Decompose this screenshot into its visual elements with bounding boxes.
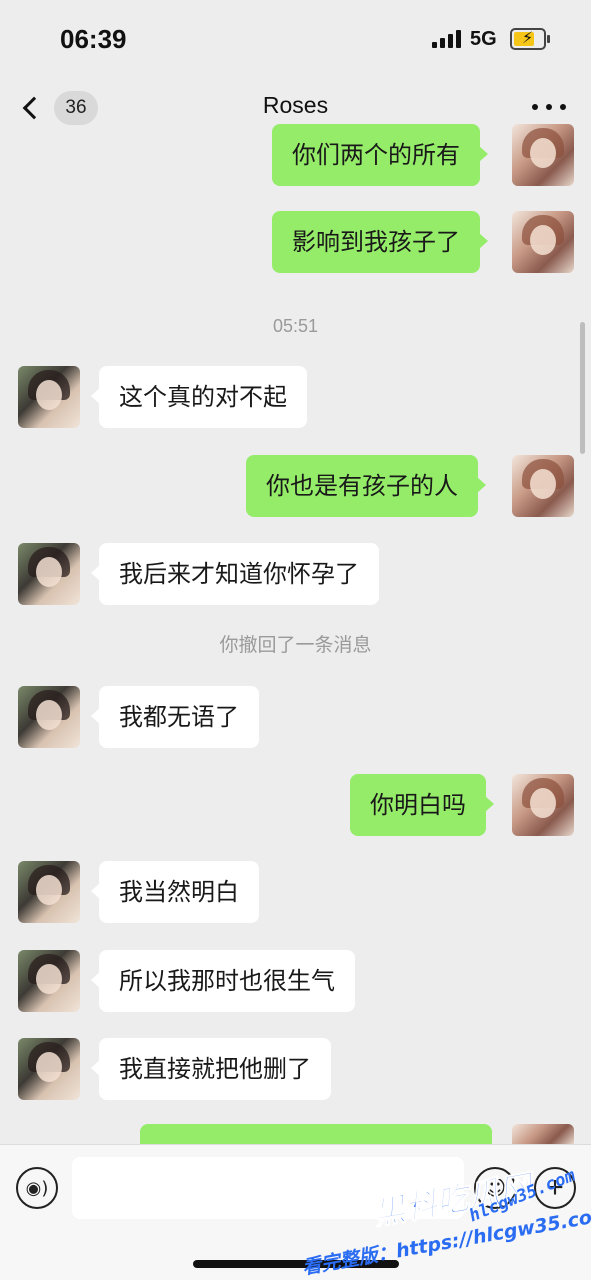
chat-title: Roses	[262, 92, 329, 118]
avatar-contact[interactable]	[18, 686, 80, 748]
avatar-self[interactable]	[512, 211, 574, 273]
message-bubble-received[interactable]: 我后来才知道你怀孕了	[91, 543, 379, 605]
message-bubble-sent[interactable]: 你明白吗	[350, 774, 494, 836]
message-bubble-sent[interactable]: 你也是有孩子的人	[246, 455, 486, 517]
status-time: 06:39	[60, 24, 127, 54]
message-bubble-received[interactable]: 我都无语了	[91, 686, 259, 748]
signal-icon	[432, 30, 462, 48]
avatar-contact[interactable]	[18, 1038, 80, 1100]
battery-charging-icon: ⚡	[510, 28, 550, 50]
message-bubble-received[interactable]: 所以我那时也很生气	[91, 950, 355, 1012]
avatar-self[interactable]	[512, 124, 574, 186]
message-bubble-received[interactable]: 我直接就把他删了	[91, 1038, 331, 1100]
avatar-contact[interactable]	[18, 543, 80, 605]
avatar-contact[interactable]	[18, 861, 80, 923]
avatar-self[interactable]	[512, 1124, 574, 1144]
message-timestamp: 05:51	[272, 316, 319, 336]
message-bubble-received[interactable]: 这个真的对不起	[91, 366, 307, 428]
avatar-self[interactable]	[512, 455, 574, 517]
message-bubble-sent[interactable]: 你们两个的所有	[272, 124, 488, 186]
message-bubble-sent[interactable]	[140, 1124, 500, 1162]
message-bubble-sent[interactable]: 影响到我孩子了	[272, 211, 488, 273]
avatar-self[interactable]	[512, 774, 574, 836]
message-bubble-received[interactable]: 我当然明白	[91, 861, 259, 923]
scrollbar[interactable]	[580, 322, 585, 454]
avatar-contact[interactable]	[18, 950, 80, 1012]
more-dots-icon	[532, 104, 538, 110]
more-options-button[interactable]	[532, 102, 566, 112]
network-label: 5G	[470, 28, 497, 50]
voice-icon: ◉)	[25, 1177, 49, 1199]
recall-notice[interactable]: 你撤回了一条消息	[0, 630, 591, 657]
voice-button[interactable]: ◉)	[16, 1167, 58, 1209]
avatar-contact[interactable]	[18, 366, 80, 428]
status-bar: 06:39 5G ⚡	[0, 0, 591, 80]
